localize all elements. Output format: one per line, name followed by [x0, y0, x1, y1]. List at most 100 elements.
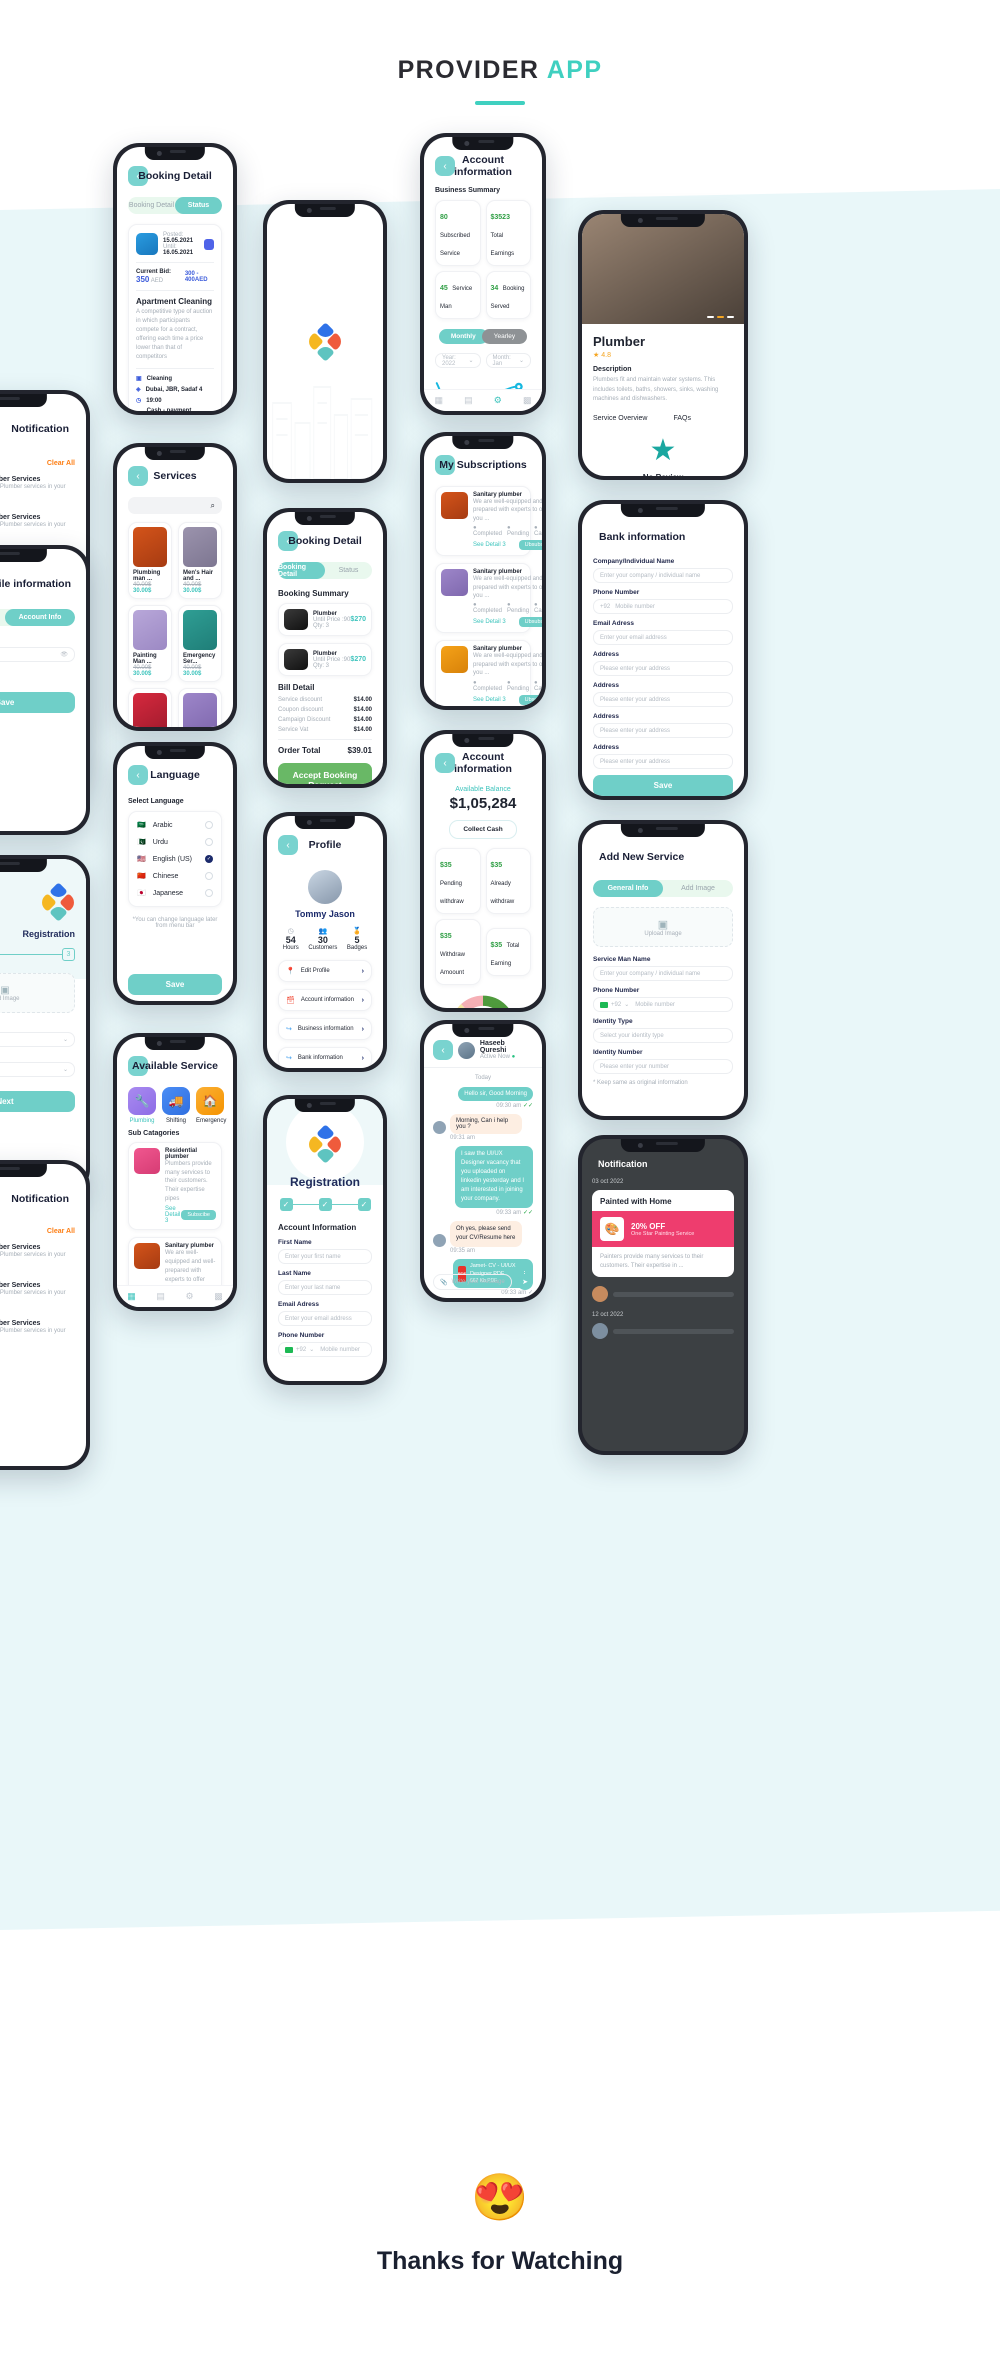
address-field[interactable]: Please enter your address [593, 723, 733, 738]
address-field[interactable]: Please enter your address [593, 692, 733, 707]
tab-service-overview[interactable]: Service Overview [593, 415, 647, 422]
see-detail-link[interactable]: See Detail 3 [165, 1206, 181, 1224]
list-item[interactable]: Sanitary plumber We are well-equipped an… [435, 640, 542, 706]
eye-icon[interactable]: 👁 [60, 651, 68, 658]
email-field[interactable]: Enter your email address [593, 630, 733, 645]
search-icon[interactable]: ⌕ [211, 501, 215, 511]
save-button[interactable]: Save [0, 692, 75, 713]
type-select[interactable]: Select type⌄ [0, 1032, 75, 1047]
image-upload-dropzone[interactable]: ▣ Upload Image [593, 907, 733, 947]
accept-booking-button[interactable]: Accept Booking Request [278, 763, 372, 784]
menu-item-edit-profile[interactable]: 📍 Edit Profile › [278, 960, 372, 982]
save-button[interactable]: Save [128, 974, 222, 995]
step-check-icon[interactable]: ✓ [357, 1198, 371, 1211]
image-upload-dropzone[interactable]: ▣ Add Image [0, 973, 75, 1013]
category-shifting[interactable]: 🚚 Shifting [162, 1087, 190, 1124]
list-item[interactable]: Sanitary plumber We are well-equipped an… [435, 563, 542, 634]
radio-icon[interactable] [205, 821, 213, 829]
tab-menu-icon[interactable]: ▩ [214, 1291, 223, 1302]
tab-add-image[interactable]: Add Image [663, 880, 733, 897]
attachment-icon[interactable]: 📎 [440, 1279, 447, 1286]
email-field[interactable]: Enter your email address [278, 1311, 372, 1326]
tab-general-info[interactable]: General Info [593, 880, 663, 897]
share-icon[interactable] [204, 238, 214, 250]
service-card[interactable]: Helper man ... 40.00$ 30.00$ [128, 688, 172, 727]
category-plumbing[interactable]: 🔧 Plumbing [128, 1087, 156, 1124]
service-card[interactable]: Men's Hair and ... 40.00$ 30.00$ [178, 522, 222, 599]
service-card[interactable]: Painting Man ... 40.00$ 30.00$ [128, 605, 172, 682]
list-item[interactable]: 50% off on all plumber Services Get 50% … [0, 1282, 75, 1307]
clear-all-button[interactable]: Clear All [47, 460, 75, 467]
back-button[interactable]: ‹ [433, 1040, 453, 1060]
radio-icon[interactable] [205, 872, 213, 880]
tab-account-info[interactable]: Account Info [5, 609, 75, 626]
collect-cash-button[interactable]: Collect Cash [449, 820, 517, 839]
unsubscribe-button[interactable]: Ubsubscibe [518, 540, 542, 551]
tab-orders-icon[interactable]: ▤ [464, 395, 473, 406]
list-item[interactable] [592, 1286, 734, 1302]
language-option-english[interactable]: 🇺🇸 English (US) ✓ [137, 855, 213, 863]
subscribe-button[interactable]: Subscibe [181, 1210, 216, 1221]
language-option-chinese[interactable]: 🇨🇳 Chinese [137, 872, 213, 880]
see-detail-link[interactable]: See Detail 3 [473, 542, 506, 548]
tab-booking-detail[interactable]: Booking Detail [128, 197, 175, 214]
toggle-monthly[interactable]: Monthly [438, 329, 488, 344]
toggle-yearly[interactable]: Yearley [481, 329, 528, 344]
tab-orders-icon[interactable]: ▤ [156, 1291, 165, 1302]
phone-field[interactable]: Phone number⌄ [0, 1062, 75, 1077]
list-item[interactable] [592, 1323, 734, 1339]
tab-status[interactable]: Status [325, 562, 372, 579]
tab-menu-icon[interactable]: ▩ [523, 395, 532, 406]
list-item[interactable]: Residential plumber Plumbers provide man… [128, 1142, 222, 1231]
promo-card[interactable]: Painted with Home 🎨 20% OFF One Star Pai… [592, 1190, 734, 1277]
first-name-field[interactable]: Enter your first name [278, 1249, 372, 1264]
step-check-icon[interactable]: ✓ [318, 1198, 332, 1211]
tab-booking-detail[interactable]: Booking Detail [278, 562, 325, 579]
language-option-japanese[interactable]: 🇯🇵 Japanese [137, 889, 213, 897]
see-detail-link[interactable]: See Detail 3 [473, 619, 506, 625]
list-item[interactable]: 50% off on all plumber Services Get 50% … [0, 476, 75, 501]
menu-item-bank-information[interactable]: ↪ Bank information › [278, 1047, 372, 1068]
save-button[interactable]: Save [593, 775, 733, 796]
identity-type-select[interactable]: Select your identity type [593, 1028, 733, 1043]
company-name-field[interactable]: Enter your company / individual name [593, 568, 733, 583]
password-field[interactable]: •••••••👁 [0, 647, 75, 662]
list-item[interactable]: 50% off on all plumber Services Get 50% … [0, 514, 75, 545]
tab-status[interactable]: Status [175, 197, 222, 214]
tab-settings-icon[interactable]: ⚙ [494, 395, 502, 406]
unsubscribe-button[interactable]: Ubsubscibe [518, 617, 542, 628]
language-option-urdu[interactable]: 🇵🇰 Urdu [137, 838, 213, 846]
see-detail-link[interactable]: See Detail 3 [473, 697, 506, 703]
last-name-field[interactable]: Enter your last name [278, 1280, 372, 1295]
service-man-name-field[interactable]: Enter your company / individual name [593, 966, 733, 981]
service-card[interactable]: Plumbing man ... 40.00$ 30.00$ [128, 522, 172, 599]
address-field[interactable]: Please enter your address [593, 661, 733, 676]
menu-item-business-information[interactable]: ↪ Business information › [278, 1018, 372, 1040]
identity-number-field[interactable]: Please enter your number [593, 1059, 733, 1074]
language-option-arabic[interactable]: 🇸🇦 Arabic [137, 821, 213, 829]
step-check-icon[interactable]: ✓ [279, 1198, 293, 1211]
next-button[interactable]: Next [0, 1091, 75, 1112]
category-emergency[interactable]: 🏠 Emergency [196, 1087, 226, 1124]
tab-settings-icon[interactable]: ⚙ [186, 1291, 194, 1302]
service-card[interactable]: Emergency Ser... 40.00$ 30.00$ [178, 605, 222, 682]
address-field[interactable]: Please enter your address [593, 754, 733, 769]
radio-icon[interactable] [205, 889, 213, 897]
menu-item-account-information[interactable]: 🗃 Account information › [278, 989, 372, 1011]
tab-dashboard-icon[interactable]: ▦ [127, 1291, 136, 1302]
phone-field[interactable]: +92 Mobile number [593, 599, 733, 614]
list-item[interactable]: 50% off on all plumber Services Get 50% … [0, 1244, 75, 1269]
list-item[interactable]: 50% off on all plumber Services Get 50% … [0, 1320, 75, 1345]
list-item[interactable]: Sanitary plumber We are well-equipped an… [435, 486, 542, 557]
message-input[interactable]: 📎 Write your message [433, 1274, 512, 1290]
phone-field[interactable]: +92 ⌄ Mobile number [593, 997, 733, 1012]
search-input[interactable]: ⌕ [128, 497, 222, 514]
clear-all-button[interactable]: Clear All [47, 1228, 75, 1235]
service-card[interactable]: Home Cleaning ... 40.00$ 30.00$ [178, 688, 222, 727]
year-select[interactable]: Year: 2022 ⌄ [435, 353, 481, 368]
phone-field[interactable]: +92 ⌄ Mobile number [278, 1342, 372, 1357]
tab-dashboard-icon[interactable]: ▦ [435, 395, 444, 406]
radio-icon[interactable] [205, 838, 213, 846]
send-button[interactable]: ➤ [517, 1274, 533, 1290]
tab-faqs[interactable]: FAQs [673, 415, 691, 422]
